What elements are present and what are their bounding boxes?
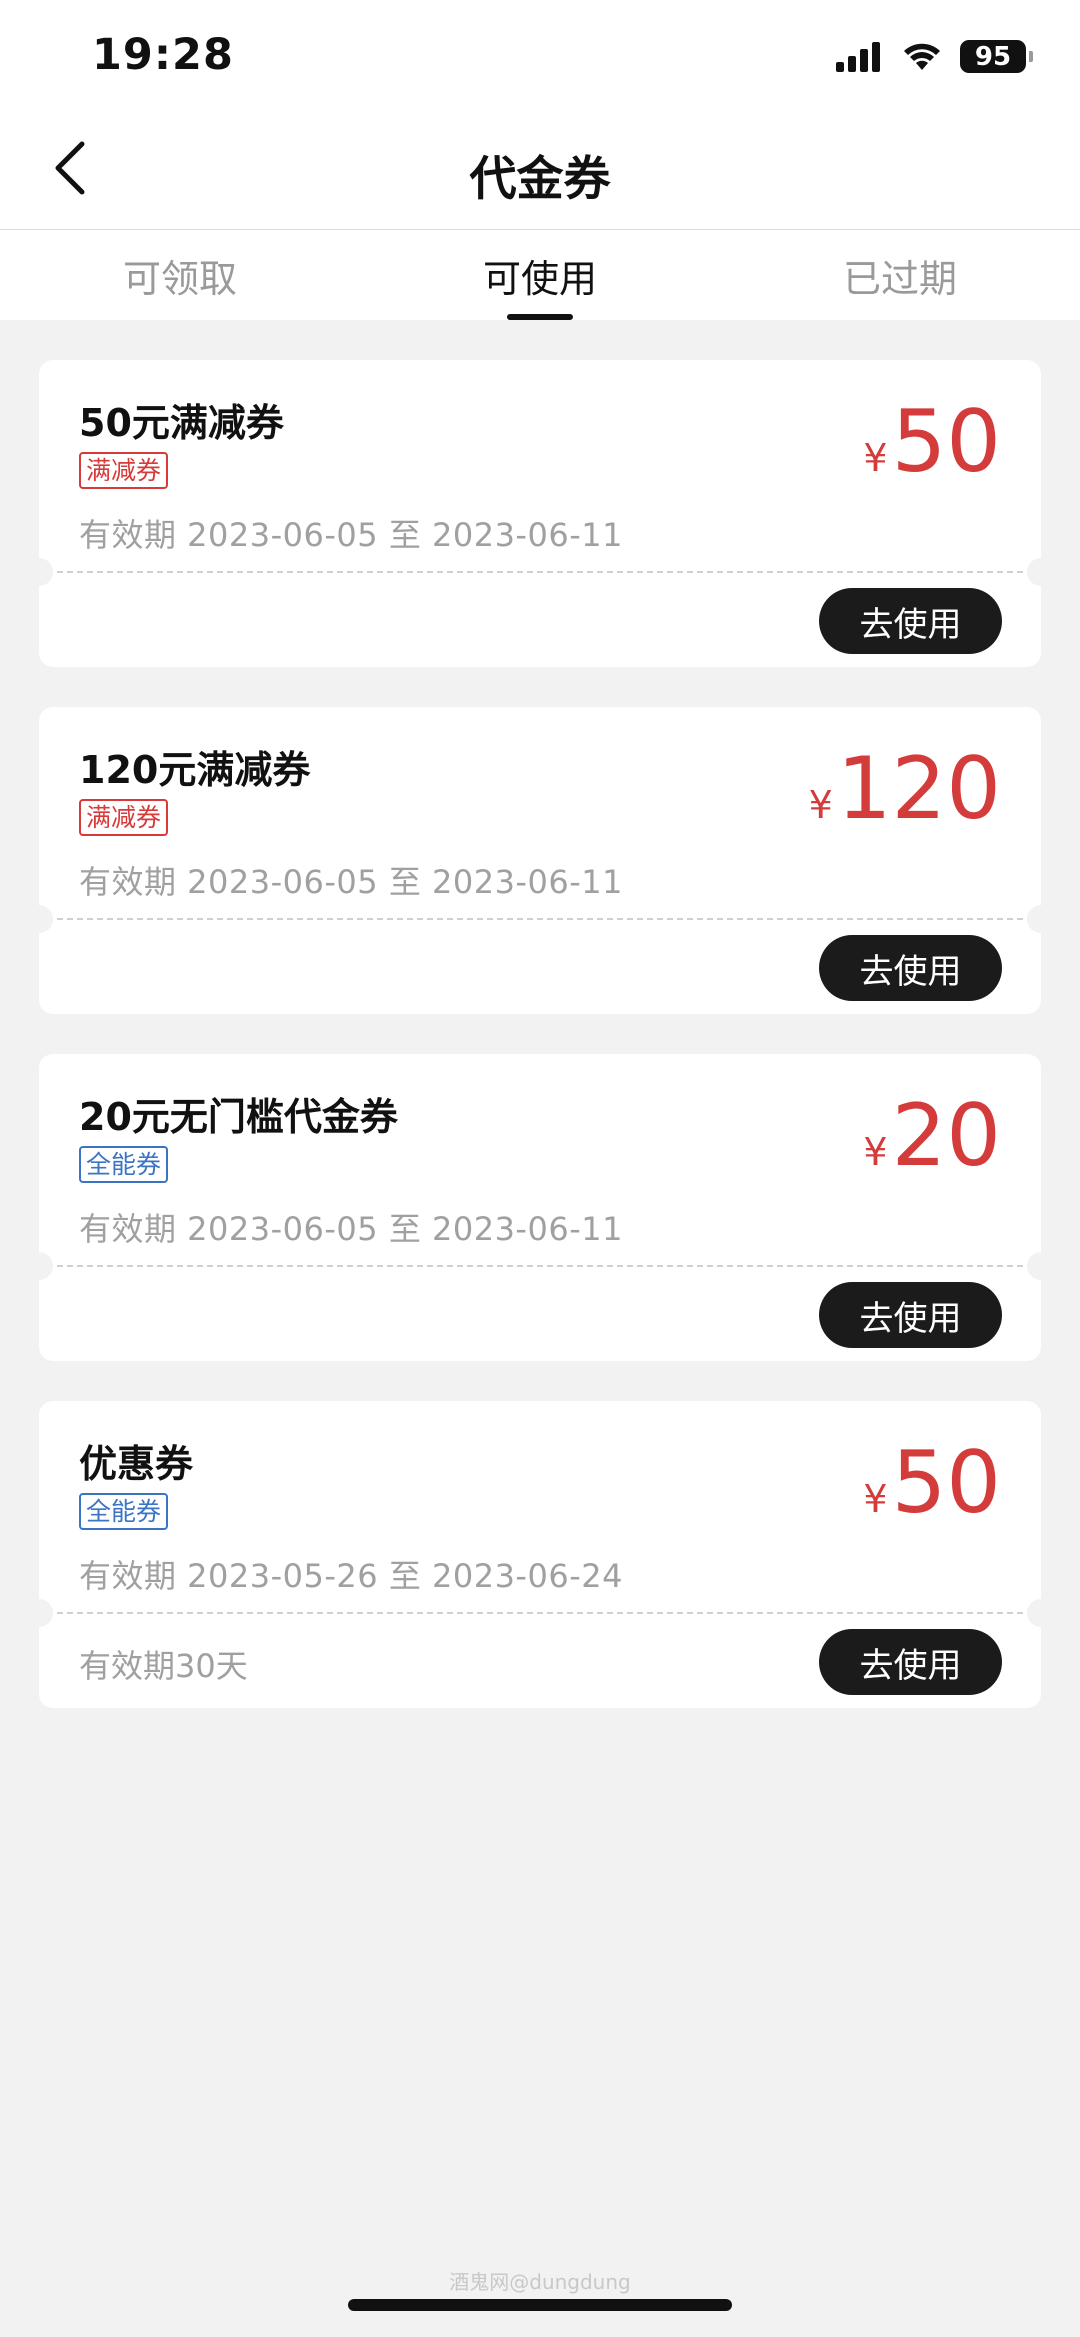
- page-title: 代金券: [469, 152, 611, 207]
- coupon-tag: 全能券: [79, 1493, 169, 1530]
- card-notch: [1027, 558, 1055, 586]
- coupon-name: 20元无门槛代金券: [79, 1095, 398, 1139]
- dashed-divider: [57, 1612, 1023, 1614]
- card-notch: [1027, 1599, 1055, 1627]
- tab-usable[interactable]: 可使用: [360, 230, 720, 320]
- coupon-validity: 有效期 2023-06-05 至 2023-06-11: [79, 863, 623, 901]
- use-button[interactable]: 去使用: [819, 935, 1002, 1001]
- coupon-amount: ¥ 50: [863, 1433, 1001, 1533]
- amount-value: 50: [891, 1433, 1001, 1533]
- amount-value: 20: [891, 1086, 1001, 1186]
- card-notch: [1027, 1252, 1055, 1280]
- coupon-validity: 有效期 2023-06-05 至 2023-06-11: [79, 516, 623, 554]
- header: 19:28 95 代金券 可领取 可使用 已过期: [0, 0, 1080, 320]
- coupon-card: 50元满减券 满减券 有效期 2023-06-05 至 2023-06-11 ¥…: [25, 360, 1055, 667]
- currency-symbol: ¥: [808, 783, 833, 827]
- currency-symbol: ¥: [863, 436, 888, 480]
- coupon-name: 50元满减券: [79, 401, 284, 445]
- coupon-card: 20元无门槛代金券 全能券 有效期 2023-06-05 至 2023-06-1…: [25, 1054, 1055, 1361]
- wifi-icon: [904, 43, 940, 70]
- use-button[interactable]: 去使用: [819, 588, 1002, 654]
- battery-icon: 95: [960, 40, 1033, 73]
- coupon-validity: 有效期 2023-06-05 至 2023-06-11: [79, 1210, 623, 1248]
- dashed-divider: [57, 1265, 1023, 1267]
- tab-expired[interactable]: 已过期: [720, 230, 1080, 320]
- tab-claimable[interactable]: 可领取: [0, 230, 360, 320]
- status-icons: 95: [836, 40, 1033, 73]
- signal-icon: [836, 41, 880, 72]
- coupon-tag: 全能券: [79, 1146, 169, 1183]
- coupon-amount: ¥ 50: [863, 392, 1001, 492]
- coupon-amount: ¥ 20: [863, 1086, 1001, 1186]
- currency-symbol: ¥: [863, 1477, 888, 1521]
- status-bar: 19:28 95: [0, 0, 1080, 112]
- coupon-card: 优惠券 全能券 有效期 2023-05-26 至 2023-06-24 ¥ 50…: [25, 1401, 1055, 1708]
- currency-symbol: ¥: [863, 1130, 888, 1174]
- coupon-validity: 有效期 2023-05-26 至 2023-06-24: [79, 1557, 623, 1595]
- coupon-card: 120元满减券 满减券 有效期 2023-06-05 至 2023-06-11 …: [25, 707, 1055, 1014]
- dashed-divider: [57, 918, 1023, 920]
- tab-bar: 可领取 可使用 已过期: [0, 230, 1080, 320]
- home-indicator[interactable]: [348, 2299, 732, 2311]
- use-button[interactable]: 去使用: [819, 1629, 1002, 1695]
- card-notch: [1027, 905, 1055, 933]
- card-notch: [25, 558, 53, 586]
- watermark: 酒鬼网@dungdung: [449, 2270, 631, 2294]
- nav-bar: 代金券: [0, 112, 1080, 230]
- status-time: 19:28: [92, 30, 234, 80]
- card-notch: [25, 905, 53, 933]
- coupon-name: 优惠券: [79, 1442, 194, 1486]
- coupon-tag: 满减券: [79, 799, 169, 836]
- coupon-note: 有效期30天: [79, 1647, 248, 1685]
- card-notch: [25, 1599, 53, 1627]
- amount-value: 120: [836, 739, 1001, 839]
- amount-value: 50: [891, 392, 1001, 492]
- coupon-list: 50元满减券 满减券 有效期 2023-06-05 至 2023-06-11 ¥…: [0, 320, 1080, 1708]
- coupon-name: 120元满减券: [79, 748, 311, 792]
- card-notch: [25, 1252, 53, 1280]
- use-button[interactable]: 去使用: [819, 1282, 1002, 1348]
- coupon-tag: 满减券: [79, 452, 169, 489]
- coupon-amount: ¥ 120: [809, 739, 1001, 839]
- dashed-divider: [57, 571, 1023, 573]
